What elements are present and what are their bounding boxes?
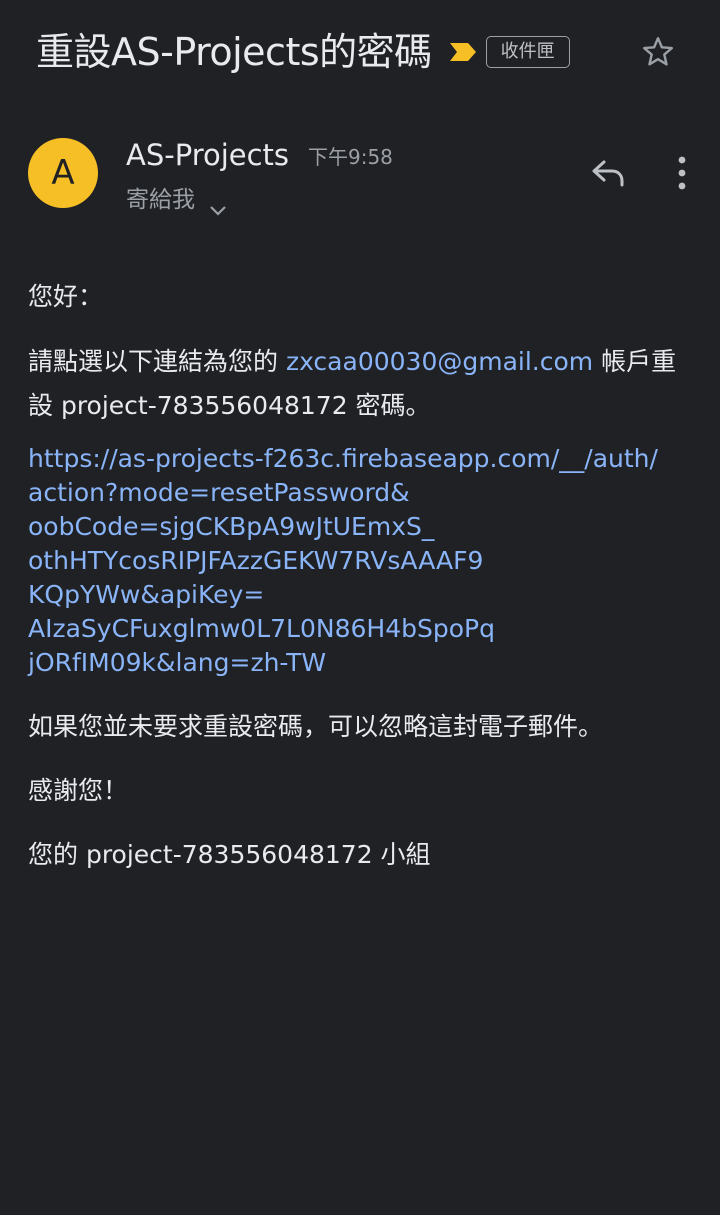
sender-name[interactable]: AS-Projects	[126, 136, 289, 174]
link-line: action?mode=resetPassword&	[28, 478, 410, 507]
sender-avatar[interactable]: A	[28, 138, 98, 208]
sent-time: 下午9:58	[308, 145, 393, 169]
reply-icon[interactable]	[590, 156, 626, 190]
star-icon[interactable]	[640, 34, 676, 70]
important-marker-icon[interactable]	[448, 41, 478, 63]
link-line: https://as-projects-f263c.firebaseapp.co…	[28, 444, 658, 473]
avatar-initial: A	[51, 153, 75, 193]
reset-password-link[interactable]: https://as-projects-f263c.firebaseapp.co…	[28, 442, 696, 680]
ignore-notice: 如果您並未要求重設密碼，可以忽略這封電子郵件。	[28, 712, 604, 741]
email-address-link[interactable]: zxcaa00030@gmail.com	[286, 347, 593, 376]
link-line: KQpYWw&apiKey=	[28, 580, 265, 609]
link-line: AIzaSyCFuxglmw0L7L0N86H4bSpoPq	[28, 614, 495, 643]
link-line: othHTYcosRIPJFAzzGEKW7RVsAAAF9	[28, 546, 484, 575]
email-subject: 重設AS-Projects的密碼	[36, 30, 432, 74]
thanks-text: 感謝您！	[28, 776, 129, 805]
inbox-label-chip[interactable]: 收件匣	[485, 36, 570, 68]
intro-prefix: 請點選以下連結為您的	[28, 347, 286, 376]
recipient-toggle[interactable]: 寄給我	[126, 184, 227, 216]
link-line: oobCode=sjgCKBpA9wJtUEmxS_	[28, 512, 435, 541]
subject-row: 重設AS-Projects的密碼 收件匣	[36, 26, 700, 78]
more-vert-icon[interactable]	[668, 154, 696, 192]
greeting-text: 您好：	[28, 282, 104, 311]
chevron-down-icon	[209, 194, 227, 216]
link-line: jORfIM09k&lang=zh-TW	[28, 648, 327, 677]
intro-paragraph: 請點選以下連結為您的 zxcaa00030@gmail.com 帳戶重設 pro…	[28, 340, 696, 428]
recipient-label: 寄給我	[126, 187, 195, 213]
email-view: 重設AS-Projects的密碼 收件匣 A AS-Projects 下午9:5…	[0, 0, 720, 1215]
signature-text: 您的 project-783556048172 小組	[28, 840, 431, 869]
